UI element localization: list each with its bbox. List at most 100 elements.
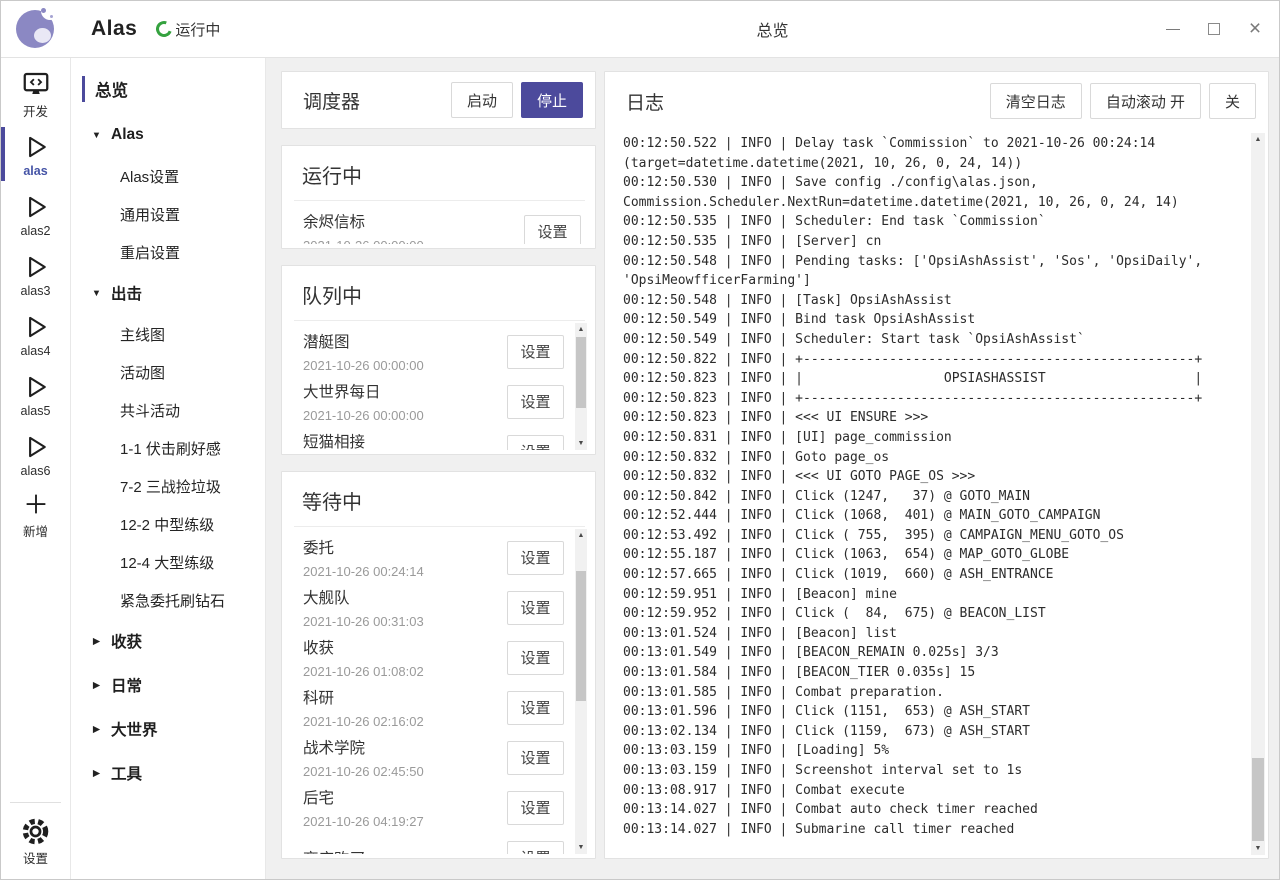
rail-item-label: alas4 <box>21 344 51 358</box>
log-scrollbar-thumb[interactable] <box>1252 758 1264 841</box>
nav-menu: 总览 ▼Alas Alas设置通用设置重启设置 ▼出击主线图活动图共斗活动 1-1 伏击… <box>71 58 266 879</box>
task-name: 战术学院 <box>303 736 507 758</box>
autoscroll-toggle-button[interactable]: 自动滚动 开 <box>1090 83 1201 119</box>
rail-item-alas6[interactable]: alas6 <box>1 424 70 484</box>
nav-group[interactable]: ▶日常 <box>71 663 265 707</box>
scroll-up-icon[interactable]: ▲ <box>1251 133 1265 146</box>
maximize-button[interactable] <box>1206 21 1222 37</box>
section-title: 队列中 <box>282 280 595 309</box>
scheduler-stop-button[interactable]: 停止 <box>521 82 583 118</box>
log-line: 00:12:50.822 | INFO | +-----------------… <box>623 350 1242 370</box>
task-info: 委托2021-10-26 00:24:14 <box>303 536 507 579</box>
log-scrollbar[interactable]: ▲ ▼ <box>1251 133 1265 855</box>
rail-item-alas2[interactable]: alas2 <box>1 184 70 244</box>
nav-item[interactable]: 12-4 大型练级 <box>71 543 265 581</box>
chevron-right-icon: ▶ <box>91 768 102 779</box>
log-line: 00:12:55.187 | INFO | Click (1063, 654) … <box>623 545 1242 565</box>
task-setting-button[interactable]: 设置 <box>507 435 564 451</box>
log-line: 00:13:08.917 | INFO | Combat execute <box>623 781 1242 801</box>
clear-log-button[interactable]: 清空日志 <box>990 83 1082 119</box>
close-button[interactable]: × <box>1247 21 1263 37</box>
nav-item-label: 重启设置 <box>120 242 180 263</box>
rail-item-settings[interactable]: 设置 <box>1 809 70 873</box>
nav-item[interactable]: 共斗活动 <box>71 391 265 429</box>
task-row: 大世界每日2021-10-26 00:00:00设置 <box>282 373 570 423</box>
task-setting-button[interactable]: 设置 <box>507 335 564 369</box>
log-line: Commission.Scheduler.NextRun=datetime.da… <box>623 193 1242 213</box>
log-line: 00:12:52.444 | INFO | Click (1068, 401) … <box>623 506 1242 526</box>
nav-item-label: 大世界 <box>111 718 158 740</box>
scheduler-start-button[interactable]: 启动 <box>451 82 513 118</box>
chevron-down-icon: ▼ <box>91 130 102 141</box>
nav-item[interactable]: Alas设置 <box>71 157 265 195</box>
task-setting-button[interactable]: 设置 <box>507 541 564 575</box>
rail-item-add[interactable]: 新增 <box>1 484 70 544</box>
scroll-up-icon[interactable]: ▲ <box>575 529 587 542</box>
nav-item[interactable]: 紧急委托刷钻石 <box>71 581 265 619</box>
scrollbar-thumb[interactable] <box>576 571 586 701</box>
nav-group[interactable]: ▼出击 <box>71 271 265 315</box>
task-setting-button[interactable]: 设置 <box>507 741 564 775</box>
log-line: 00:12:59.951 | INFO | [Beacon] mine <box>623 585 1242 605</box>
rail-item-alas4[interactable]: alas4 <box>1 304 70 364</box>
task-row: 战术学院2021-10-26 02:45:50设置 <box>282 729 570 779</box>
nav-item-label: 通用设置 <box>120 204 180 225</box>
scrollbar-thumb[interactable] <box>576 337 586 408</box>
log-line: 00:12:50.548 | INFO | [Task] OpsiAshAssi… <box>623 291 1242 311</box>
autoscroll-off-button[interactable]: 关 <box>1209 83 1256 119</box>
scroll-down-icon[interactable]: ▼ <box>575 437 587 450</box>
task-setting-button[interactable]: 设置 <box>507 841 564 855</box>
rail-item-label: alas <box>23 164 47 178</box>
task-setting-button[interactable]: 设置 <box>507 791 564 825</box>
nav-item[interactable]: 活动图 <box>71 353 265 391</box>
log-line: 00:12:50.823 | INFO | +-----------------… <box>623 389 1242 409</box>
task-setting-button[interactable]: 设置 <box>507 691 564 725</box>
rail-item-dev[interactable]: 开发 <box>1 64 70 124</box>
task-name: 收获 <box>303 636 507 658</box>
alas-logo-icon <box>14 7 58 51</box>
nav-group[interactable]: ▶收获 <box>71 619 265 663</box>
task-list: 潜艇图2021-10-26 00:00:00设置大世界每日2021-10-26 … <box>282 323 570 450</box>
play-icon <box>21 311 51 343</box>
rail-item-alas[interactable]: alas <box>1 124 70 184</box>
log-line: 00:13:02.134 | INFO | Click (1159, 673) … <box>623 722 1242 742</box>
section-queue: 队列中潜艇图2021-10-26 00:00:00设置大世界每日2021-10-… <box>281 265 596 455</box>
nav-item[interactable]: 7-2 三战捡垃圾 <box>71 467 265 505</box>
scroll-down-icon[interactable]: ▼ <box>575 841 587 854</box>
nav-group[interactable]: ▼Alas <box>71 113 265 157</box>
log-line: 00:13:01.524 | INFO | [Beacon] list <box>623 624 1242 644</box>
log-line: 'OpsiMeowfficerFarming'] <box>623 271 1242 291</box>
scroll-down-icon[interactable]: ▼ <box>1251 842 1265 855</box>
active-nav-indicator <box>82 76 85 102</box>
task-time: 2021-10-26 04:19:27 <box>303 814 507 829</box>
nav-group[interactable]: ▶大世界 <box>71 707 265 751</box>
task-setting-button[interactable]: 设置 <box>507 591 564 625</box>
log-line: 00:13:01.549 | INFO | [BEACON_REMAIN 0.0… <box>623 643 1242 663</box>
nav-item-active[interactable]: 总览 <box>71 71 265 107</box>
minimize-button[interactable] <box>1165 21 1181 37</box>
section-body: 潜艇图2021-10-26 00:00:00设置大世界每日2021-10-26 … <box>282 321 595 454</box>
task-setting-button[interactable]: 设置 <box>507 641 564 675</box>
task-info: 余烬信标2021-10-26 00:00:00 <box>303 210 524 244</box>
nav-item[interactable]: 1-1 伏击刷好感 <box>71 429 265 467</box>
task-info: 商店购买 <box>303 847 507 855</box>
nav-item[interactable]: 通用设置 <box>71 195 265 233</box>
section-waiting: 等待中委托2021-10-26 00:24:14设置大舰队2021-10-26 … <box>281 471 596 859</box>
section-scrollbar[interactable]: ▲▼ <box>575 529 587 854</box>
nav-item-label: Alas设置 <box>120 166 179 187</box>
play-icon <box>21 371 51 403</box>
nav-item[interactable]: 主线图 <box>71 315 265 353</box>
nav-group[interactable]: ▶工具 <box>71 751 265 795</box>
scheduler-column: 调度器 启动 停止 运行中余烬信标2021-10-26 00:00:00设置队列… <box>281 71 596 859</box>
log-line: 00:12:50.823 | INFO | | OPSIASHASSIST | <box>623 369 1242 389</box>
nav-item[interactable]: 重启设置 <box>71 233 265 271</box>
scroll-up-icon[interactable]: ▲ <box>575 323 587 336</box>
rail-item-alas3[interactable]: alas3 <box>1 244 70 304</box>
nav-item[interactable]: 12-2 中型练级 <box>71 505 265 543</box>
task-setting-button[interactable]: 设置 <box>524 215 581 245</box>
nav-item-label: 共斗活动 <box>120 400 180 421</box>
task-name: 商店购买 <box>303 847 507 855</box>
section-scrollbar[interactable]: ▲▼ <box>575 323 587 450</box>
rail-item-alas5[interactable]: alas5 <box>1 364 70 424</box>
task-setting-button[interactable]: 设置 <box>507 385 564 419</box>
